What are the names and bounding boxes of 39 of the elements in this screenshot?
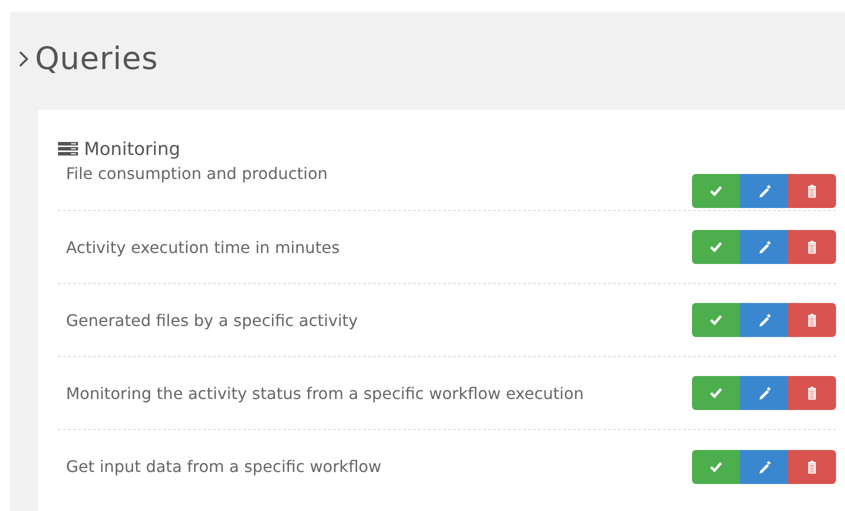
pencil-icon xyxy=(757,313,771,327)
check-icon xyxy=(709,240,723,254)
trash-icon xyxy=(805,460,819,474)
delete-button[interactable] xyxy=(788,174,836,208)
chevron-icon xyxy=(18,50,29,68)
query-label: Get input data from a specific workflow xyxy=(65,457,382,476)
trash-icon xyxy=(805,386,819,400)
trash-icon xyxy=(805,313,819,327)
check-icon xyxy=(709,313,723,327)
page-title: Queries xyxy=(35,41,158,77)
section-title: Monitoring xyxy=(84,138,180,160)
run-button[interactable] xyxy=(692,230,740,264)
pencil-icon xyxy=(757,460,771,474)
pencil-icon xyxy=(757,386,771,400)
run-button[interactable] xyxy=(692,376,740,410)
delete-button[interactable] xyxy=(788,376,836,410)
run-button[interactable] xyxy=(692,450,740,484)
edit-button[interactable] xyxy=(740,450,788,484)
edit-button[interactable] xyxy=(740,376,788,410)
trash-icon xyxy=(805,184,819,198)
delete-button[interactable] xyxy=(788,230,836,264)
delete-button[interactable] xyxy=(788,303,836,337)
check-icon xyxy=(709,184,723,198)
edit-button[interactable] xyxy=(740,230,788,264)
check-icon xyxy=(709,386,723,400)
query-label: Monitoring the activity status from a specific workflow execution xyxy=(65,384,584,402)
run-button[interactable] xyxy=(692,174,740,208)
run-button[interactable] xyxy=(692,303,740,337)
query-label: File consumption and production xyxy=(65,164,328,183)
pencil-icon xyxy=(757,240,771,254)
check-icon xyxy=(709,460,723,474)
edit-button[interactable] xyxy=(740,303,788,337)
delete-button[interactable] xyxy=(788,450,836,484)
query-label: Activity execution time in minutes xyxy=(65,238,340,256)
edit-button[interactable] xyxy=(740,174,788,208)
query-label: Generated files by a specific activity xyxy=(65,310,358,330)
trash-icon xyxy=(805,240,819,254)
list-icon xyxy=(58,142,78,156)
pencil-icon xyxy=(757,184,771,198)
